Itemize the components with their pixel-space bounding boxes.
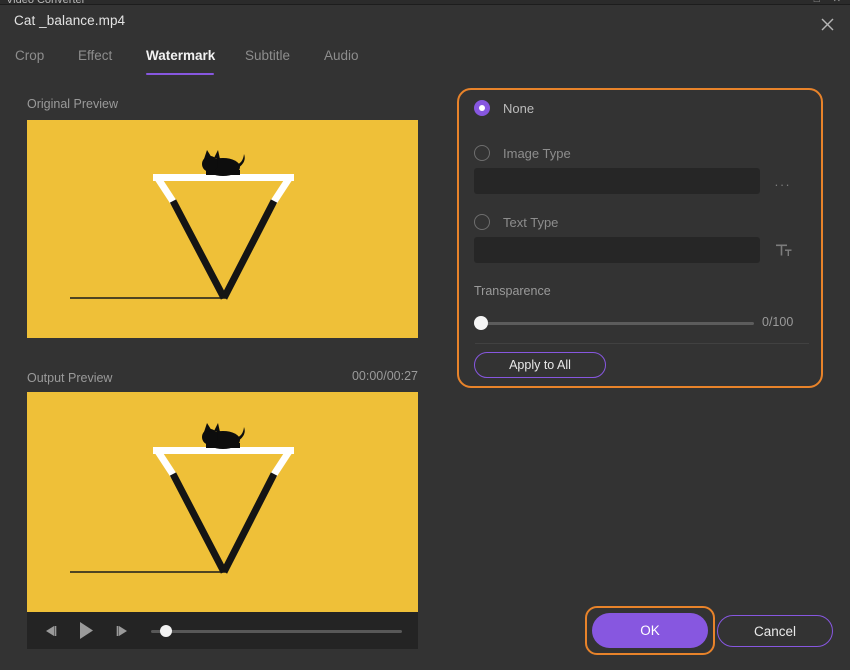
playback-progress-track	[151, 629, 402, 633]
tab-watermark[interactable]: Watermark	[146, 41, 215, 75]
image-watermark-path-input[interactable]	[474, 168, 760, 194]
playback-timestamp: 00:00/00:27	[351, 369, 418, 383]
text-format-icon[interactable]	[771, 237, 795, 263]
cancel-button[interactable]: Cancel	[717, 615, 833, 647]
transparence-slider-knob[interactable]	[474, 316, 488, 330]
next-frame-icon[interactable]	[109, 618, 135, 644]
watermark-option-none[interactable]: None	[474, 100, 534, 116]
ok-button[interactable]: OK	[592, 613, 708, 648]
watermark-option-text-type[interactable]: Text Type	[474, 214, 558, 230]
radio-image-type-label: Image Type	[503, 145, 571, 161]
original-preview-video	[27, 120, 418, 338]
transparence-slider-track	[474, 322, 754, 325]
tab-effect[interactable]: Effect	[78, 41, 116, 75]
ellipsis-icon[interactable]: ...	[771, 168, 795, 194]
text-watermark-input[interactable]	[474, 237, 760, 263]
playback-progress-knob[interactable]	[160, 625, 172, 637]
radio-text-type[interactable]	[474, 214, 490, 230]
radio-text-type-label: Text Type	[503, 214, 559, 230]
output-preview-header: Output Preview 00:00/00:27	[27, 369, 418, 385]
watermark-option-image-type[interactable]: Image Type	[474, 145, 571, 161]
tab-subtitle[interactable]: Subtitle	[245, 41, 293, 75]
apply-to-all-button[interactable]: Apply to All	[474, 352, 606, 378]
video-player-controls	[27, 612, 418, 649]
output-preview-label: Output Preview	[27, 371, 113, 385]
panel-divider	[475, 343, 809, 344]
radio-image-type[interactable]	[474, 145, 490, 161]
radio-none[interactable]	[474, 100, 490, 116]
dialog-titlebar: Cat _balance.mp4	[0, 5, 850, 38]
playback-progress-slider[interactable]	[151, 624, 402, 638]
transparence-label: Transparence	[474, 284, 551, 298]
tab-crop[interactable]: Crop	[15, 41, 47, 75]
previous-frame-icon[interactable]	[37, 618, 63, 644]
watermark-dialog: Cat _balance.mp4 Crop Effect Watermark S…	[0, 5, 850, 670]
play-icon[interactable]	[73, 618, 99, 644]
page-title: Cat _balance.mp4	[14, 13, 126, 28]
transparence-slider[interactable]	[474, 316, 754, 330]
tab-audio[interactable]: Audio	[324, 41, 361, 75]
watermark-options-panel: None Image Type ... Text Type Transparen…	[457, 88, 823, 388]
tab-bar: Crop Effect Watermark Subtitle Audio	[0, 41, 850, 75]
output-preview-video	[27, 392, 418, 612]
original-preview-label: Original Preview	[27, 97, 119, 111]
transparence-value: 0/100	[762, 315, 794, 329]
radio-none-label: None	[503, 100, 535, 116]
close-icon[interactable]	[812, 11, 842, 37]
